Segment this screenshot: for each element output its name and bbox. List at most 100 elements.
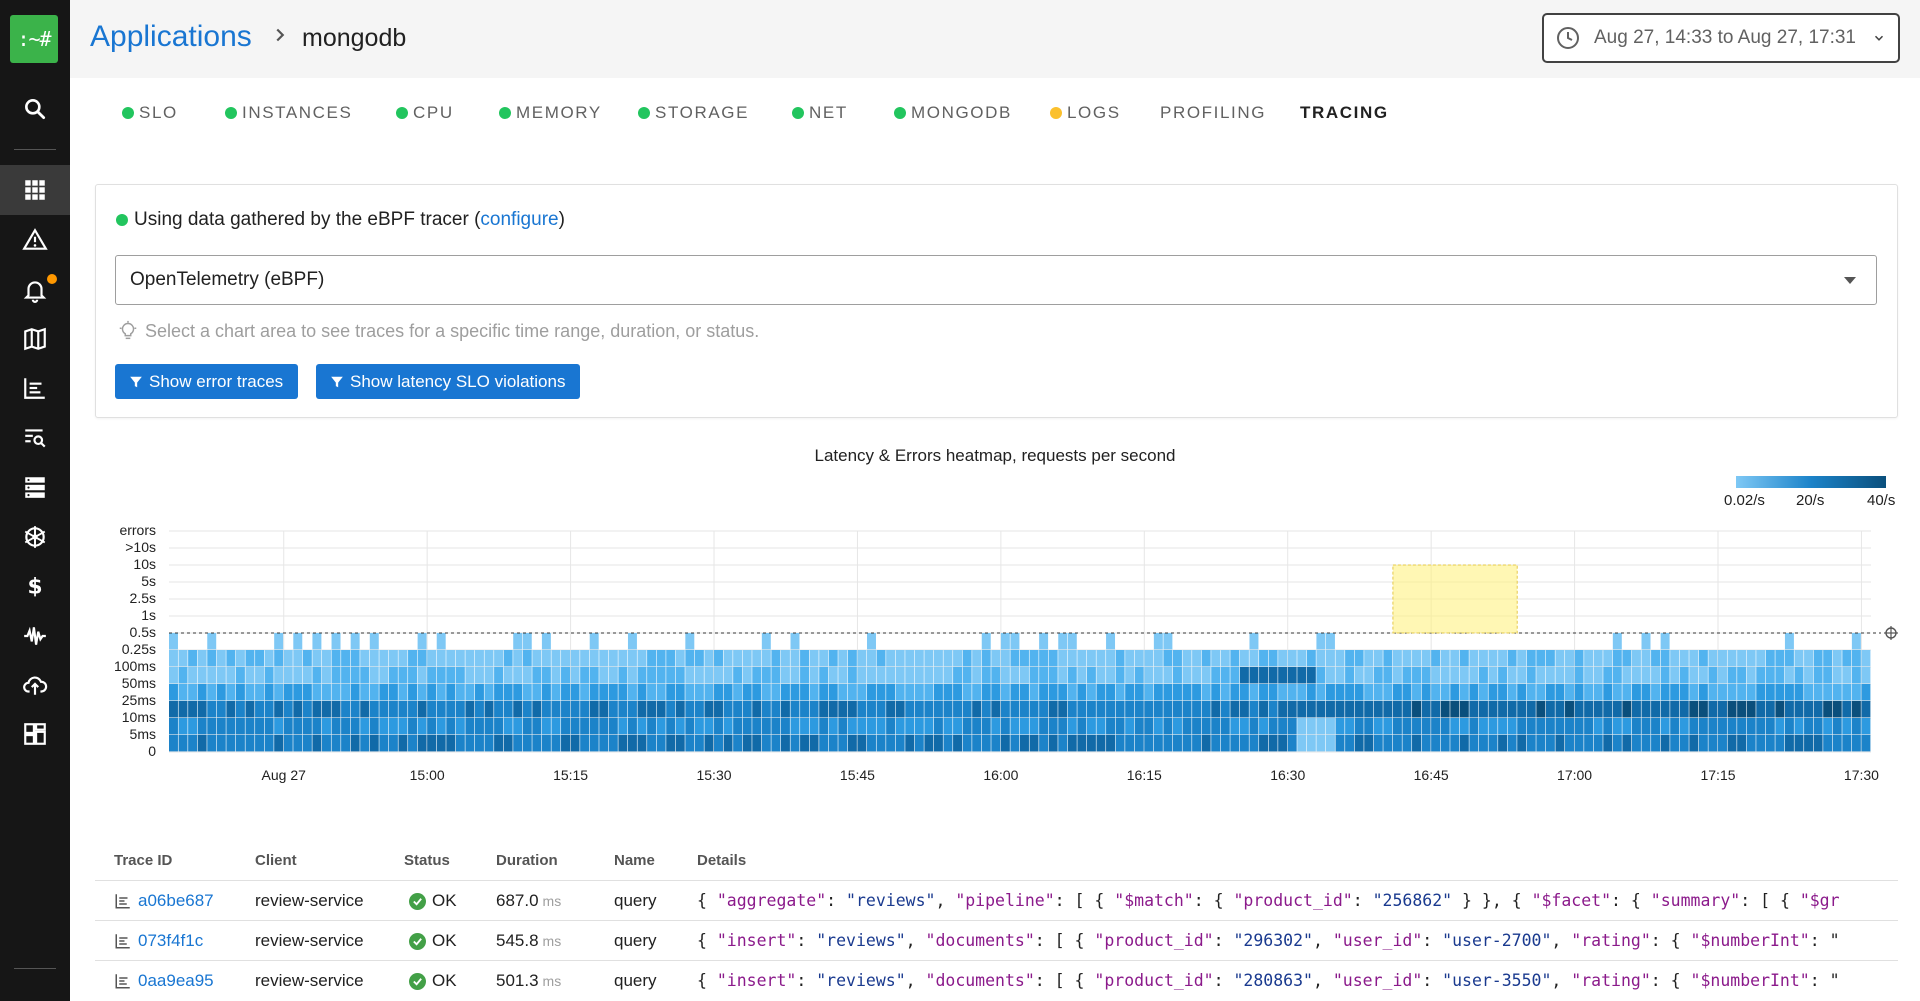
heatmap-cell xyxy=(197,701,207,718)
tab-memory[interactable]: MEMORY xyxy=(499,103,602,123)
nodes-icon[interactable] xyxy=(0,462,70,512)
lightbulb-icon xyxy=(119,320,137,340)
heatmap-cell xyxy=(637,667,647,684)
heatmap-cell xyxy=(1737,735,1747,752)
heatmap-cell xyxy=(1000,650,1010,667)
alerts-icon[interactable] xyxy=(0,265,70,315)
table-row[interactable]: a06be687 review-service OK 687.0 ms query… xyxy=(95,880,1898,920)
time-range-picker[interactable]: Aug 27, 14:33 to Aug 27, 17:31 xyxy=(1542,13,1900,63)
column-header-client[interactable]: Client xyxy=(255,852,297,869)
heatmap-cell xyxy=(580,650,590,667)
heatmap-cell xyxy=(1823,667,1833,684)
client-cell: review-service xyxy=(255,931,364,950)
heatmap-cell xyxy=(1029,701,1039,718)
configure-link[interactable]: configure xyxy=(480,209,558,231)
heatmap-cell xyxy=(723,667,733,684)
column-header-duration[interactable]: Duration xyxy=(496,852,558,869)
heatmap-cell xyxy=(235,735,245,752)
heatmap-cell xyxy=(321,701,331,718)
heatmap-cell xyxy=(1421,735,1431,752)
tab-profiling[interactable]: PROFILING xyxy=(1160,103,1266,123)
heatmap-cell xyxy=(379,701,389,718)
heatmap-cell xyxy=(503,701,513,718)
cloud-icon[interactable] xyxy=(0,660,70,710)
search-icon[interactable] xyxy=(0,84,70,134)
heatmap-cell xyxy=(312,718,322,735)
costs-icon[interactable]: $ xyxy=(0,561,70,611)
check-circle-icon xyxy=(409,972,426,990)
heatmap-cell xyxy=(1172,667,1182,684)
heatmap-cell xyxy=(790,718,800,735)
tab-mongodb[interactable]: MONGODB xyxy=(894,103,1012,123)
trace-id-link[interactable]: 0aa9ea95 xyxy=(114,971,214,991)
heatmap-cell xyxy=(1794,667,1804,684)
heatmap-cell xyxy=(771,650,781,667)
heatmap-cell xyxy=(819,701,829,718)
kubernetes-icon[interactable] xyxy=(0,512,70,562)
tab-tracing[interactable]: TRACING xyxy=(1300,103,1389,123)
selection-area[interactable] xyxy=(1392,564,1518,634)
dashboards-icon[interactable] xyxy=(0,363,70,413)
overview-icon[interactable] xyxy=(0,709,70,759)
heatmap-cell xyxy=(1670,684,1680,701)
column-header-details[interactable]: Details xyxy=(697,852,746,869)
heatmap-cell xyxy=(1756,701,1766,718)
heatmap-cell xyxy=(1058,701,1068,718)
tab-storage[interactable]: STORAGE xyxy=(638,103,749,123)
heatmap-cell xyxy=(599,718,609,735)
heatmap-cell xyxy=(1306,650,1316,667)
heatmap-cell xyxy=(169,735,178,752)
heatmap-cell xyxy=(1029,667,1039,684)
heatmap-cell xyxy=(178,718,188,735)
trace-source-select[interactable]: OpenTelemetry (eBPF) xyxy=(115,255,1877,305)
show-error-traces-button[interactable]: Show error traces xyxy=(115,364,299,399)
heatmap-cell xyxy=(1641,735,1651,752)
trace-id-link[interactable]: 073f4f1c xyxy=(114,931,203,951)
heatmap-cell xyxy=(1689,684,1699,701)
heatmap-cell xyxy=(1823,718,1833,735)
heatmap-cell xyxy=(943,735,953,752)
heatmap-cell xyxy=(1172,718,1182,735)
tab-logs[interactable]: LOGS xyxy=(1050,103,1121,123)
heatmap-cell xyxy=(207,650,217,667)
heatmap-cell xyxy=(1383,650,1393,667)
tab-net[interactable]: NET xyxy=(792,103,848,123)
heatmap-cell xyxy=(1163,684,1173,701)
column-header-status[interactable]: Status xyxy=(404,852,450,869)
service-map-icon[interactable] xyxy=(0,314,70,364)
breadcrumb-applications-link[interactable]: Applications xyxy=(90,20,252,54)
tab-cpu[interactable]: CPU xyxy=(396,103,454,123)
heatmap-cell xyxy=(1498,667,1508,684)
heatmap-cell xyxy=(1335,667,1345,684)
heatmap-cell xyxy=(561,667,570,684)
heatmap-cell xyxy=(1172,650,1182,667)
heatmap-cell xyxy=(1259,735,1269,752)
tab-slo[interactable]: SLO xyxy=(122,103,178,123)
latency-errors-heatmap[interactable]: errors>10s10s5s2.5s1s0.5s0.25s100ms50ms2… xyxy=(100,520,1910,800)
table-row[interactable]: 073f4f1c review-service OK 545.8 ms query… xyxy=(95,920,1898,960)
heatmap-cell xyxy=(1708,701,1718,718)
table-row[interactable]: 0aa9ea95 review-service OK 501.3 ms query… xyxy=(95,960,1898,1000)
column-header-name[interactable]: Name xyxy=(614,852,655,869)
heatmap-cell xyxy=(197,718,207,735)
heatmap-cell xyxy=(408,735,418,752)
app-logo[interactable]: :~# xyxy=(10,15,58,63)
show-latency-slo-violations-button[interactable]: Show latency SLO violations xyxy=(316,364,581,399)
applications-icon[interactable] xyxy=(0,165,70,215)
heatmap-cell xyxy=(1737,684,1747,701)
anomalies-icon[interactable] xyxy=(0,611,70,661)
tab-instances[interactable]: INSTANCES xyxy=(225,103,352,123)
x-axis-tick-label: 16:45 xyxy=(1414,767,1449,783)
heatmap-cell xyxy=(1584,701,1594,718)
trace-id-link[interactable]: a06be687 xyxy=(114,891,214,911)
heatmap-cell xyxy=(350,633,360,650)
heatmap-cell xyxy=(1737,701,1747,718)
incidents-icon[interactable] xyxy=(0,215,70,265)
heatmap-cell xyxy=(283,718,293,735)
heatmap-cell xyxy=(867,633,876,650)
heatmap-cell xyxy=(1125,735,1135,752)
heatmap-cell xyxy=(1402,735,1412,752)
heatmap-cell xyxy=(1842,718,1852,735)
column-header-trace-id[interactable]: Trace ID xyxy=(114,852,172,869)
heatmap-cell xyxy=(647,701,657,718)
